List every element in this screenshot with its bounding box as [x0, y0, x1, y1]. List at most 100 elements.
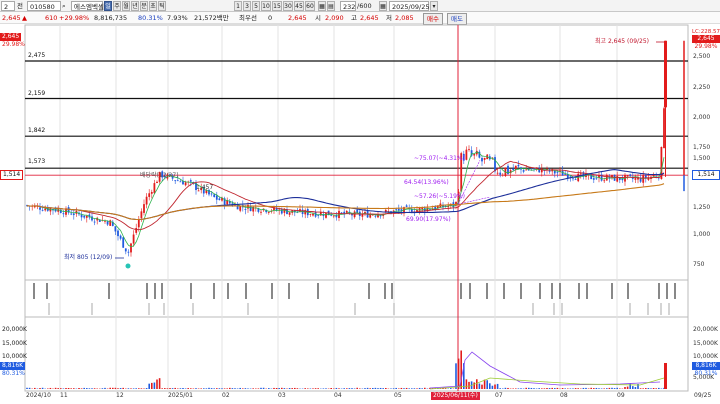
volume-bar: [88, 388, 91, 389]
candle-body: [533, 168, 535, 170]
volume-bar: [161, 388, 163, 389]
right-high-pct: 29.98%: [694, 43, 718, 50]
volume-axis-label: 10,000K: [693, 353, 718, 360]
candle-body: [309, 214, 312, 215]
candle-body: [215, 195, 218, 200]
volume-bar: [291, 388, 293, 389]
price-axis-label: 1,250: [693, 204, 711, 211]
signal-panel-frame: [24, 279, 689, 318]
volume-bar: [117, 388, 119, 389]
volume-bar: [247, 388, 249, 389]
candle-body: [210, 193, 213, 195]
volume-axis-label: 15,000K: [693, 340, 718, 347]
candle-body: [652, 175, 655, 177]
volume-axis-label-left: 10,000K: [2, 353, 27, 360]
x-axis-label: 08: [560, 392, 568, 399]
local-high-annotation: 1,457: [196, 184, 214, 191]
volume-bar: [491, 385, 494, 389]
volume-bar: [226, 388, 228, 389]
volume-bar: [231, 388, 234, 389]
candle-body: [332, 215, 335, 217]
candle-body: [174, 180, 177, 182]
candle-body: [397, 208, 400, 211]
volume-bar: [595, 387, 598, 389]
volume-axis-label: 5,000K: [693, 374, 715, 381]
candle-body: [288, 212, 291, 215]
left-current-badge: 1,514: [0, 170, 24, 180]
trend-annotation-2: 64.54(13.96%): [404, 179, 449, 186]
level-line-label: 1,573: [28, 158, 46, 165]
price-panel-frame: [24, 24, 689, 281]
volume-bar: [411, 388, 413, 389]
volume-bar: [348, 388, 351, 389]
volume-bar: [418, 387, 421, 389]
volume-bar: [171, 388, 174, 389]
candle-body: [361, 214, 364, 217]
volume-bar: [650, 388, 652, 389]
candle-body: [595, 178, 598, 180]
volume-axis-label: 20,000K: [693, 326, 718, 333]
volume-bar: [390, 388, 392, 389]
volume-bar: [632, 386, 634, 389]
price-axis-label: 1,000: [693, 231, 711, 238]
volume-bar: [600, 388, 603, 389]
volume-bar: [512, 388, 514, 389]
volume-bar: [476, 379, 478, 389]
cursor-date-label: 2025/06/11(수): [431, 392, 480, 400]
volume-bar: [548, 388, 551, 389]
level-line-label: 2,475: [28, 52, 46, 59]
candle-body: [405, 205, 408, 207]
volume-bar: [507, 387, 509, 389]
x-axis-label: 2024/10: [26, 392, 51, 399]
volume-bar: [275, 388, 278, 389]
volume-bar: [127, 388, 130, 389]
volume-bar: [304, 388, 306, 389]
volume-bar: [62, 388, 65, 389]
candle-body: [153, 183, 156, 194]
candle-body: [93, 221, 96, 223]
volume-bar: [416, 388, 418, 389]
candle-body: [130, 243, 132, 253]
candle-body: [525, 169, 528, 171]
volume-bar: [73, 388, 75, 389]
volume-bar: [639, 388, 642, 389]
volume-bar: [652, 388, 655, 389]
volume-bar: [517, 388, 520, 389]
volume-bar: [528, 387, 530, 389]
x-axis-label: 03: [278, 392, 286, 399]
volume-bar: [229, 387, 231, 389]
candle-body: [574, 179, 577, 181]
volume-bar: [312, 388, 314, 389]
candle-body: [483, 157, 486, 160]
volume-bar: [174, 387, 176, 389]
candle-body: [189, 180, 192, 182]
volume-bar: [478, 383, 481, 389]
volume-bar: [424, 387, 426, 389]
candle-body: [621, 178, 624, 181]
candle-body: [556, 172, 559, 174]
volume-bar: [41, 387, 44, 389]
candle-body: [137, 219, 140, 228]
volume-bar: [577, 388, 579, 389]
volume-bar: [541, 388, 543, 389]
volume-bar: [242, 388, 244, 389]
volume-bar: [400, 387, 403, 389]
candle-body: [330, 214, 333, 216]
volume-bar: [543, 388, 546, 389]
volume-bar: [119, 388, 122, 389]
candle-body: [244, 209, 247, 210]
x-axis-label: 05: [394, 392, 402, 399]
volume-bar: [234, 388, 236, 389]
candle-body: [468, 149, 470, 150]
candle-body: [41, 209, 44, 211]
candle-body: [70, 213, 73, 215]
volume-bar: [444, 388, 447, 389]
volume-bar: [148, 383, 150, 389]
candle-body: [117, 230, 119, 237]
volume-axis-label-left: 15,000K: [2, 340, 27, 347]
price-chart[interactable]: [0, 0, 720, 404]
volume-bar: [281, 387, 283, 389]
candle-body: [176, 180, 179, 182]
candle-body: [143, 204, 145, 213]
volume-bar: [244, 388, 247, 389]
